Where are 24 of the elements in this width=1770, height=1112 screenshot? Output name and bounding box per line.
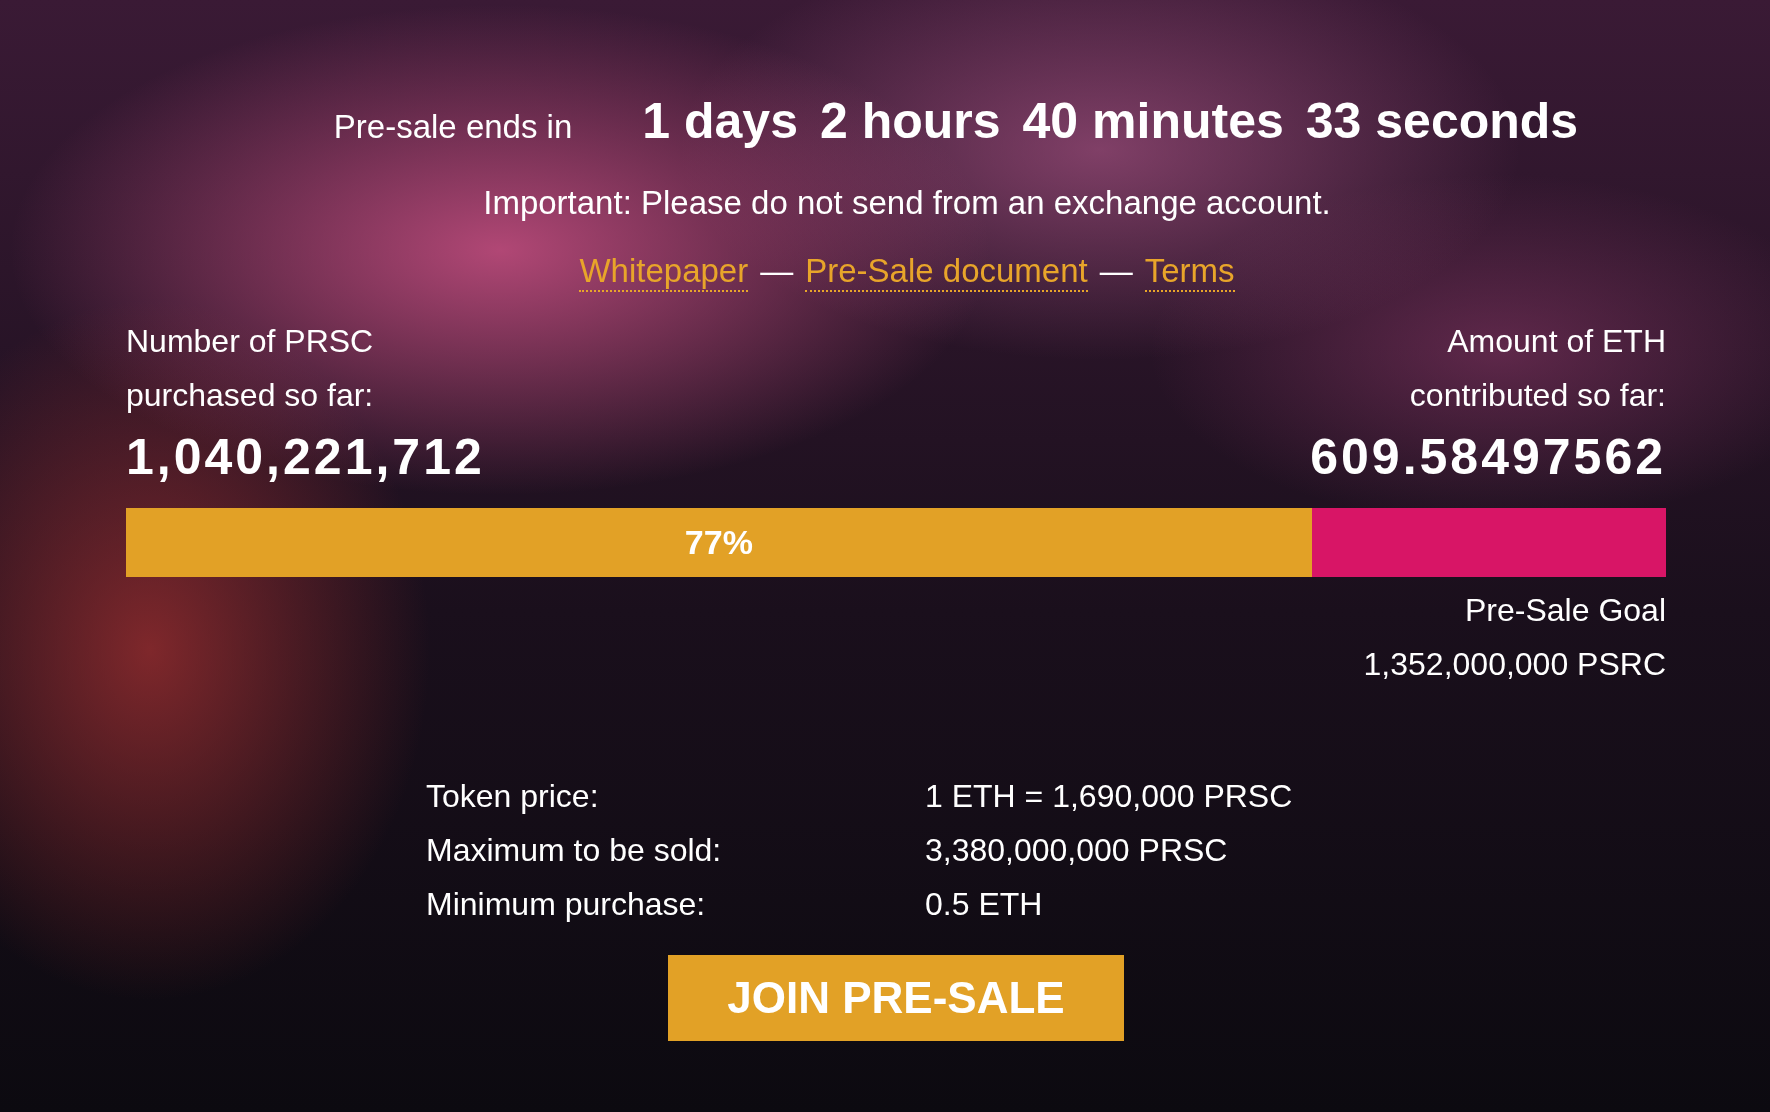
countdown-label: Pre-sale ends in bbox=[333, 108, 573, 146]
countdown-value: 2 hours bbox=[819, 92, 1001, 150]
link-separator: — bbox=[1099, 252, 1133, 290]
stat-value: 609.58497562 bbox=[1310, 428, 1666, 486]
notice-text: Important: Please do not send from an exchange account. bbox=[482, 184, 1332, 222]
stat-label: Number of PRSC purchased so far: bbox=[126, 322, 375, 415]
goal-value: 1,352,000,000 PSRC bbox=[1363, 645, 1666, 684]
detail-value: 0.5 ETH bbox=[925, 885, 1044, 924]
document-link[interactable]: Terms bbox=[1144, 252, 1235, 292]
detail-value: 3,380,000,000 PRSC bbox=[925, 831, 1229, 870]
progress-percent: 77% bbox=[684, 523, 753, 562]
document-link[interactable]: Whitepaper bbox=[579, 252, 749, 292]
detail-label: Token price: bbox=[426, 777, 600, 816]
countdown-value: 40 minutes bbox=[1022, 92, 1284, 150]
countdown-value: 33 seconds bbox=[1305, 92, 1579, 150]
goal-label: Pre-Sale Goal bbox=[1465, 591, 1666, 630]
stat-value: 1,040,221,712 bbox=[126, 428, 485, 486]
link-separator: — bbox=[760, 252, 794, 290]
detail-value: 1 ETH = 1,690,000 PRSC bbox=[925, 777, 1294, 816]
document-link[interactable]: Pre-Sale document bbox=[805, 252, 1088, 292]
detail-label: Maximum to be sold: bbox=[426, 831, 723, 870]
detail-label: Minimum purchase: bbox=[426, 885, 707, 924]
countdown-value: 1 days bbox=[642, 92, 798, 150]
stat-label: Amount of ETH contributed so far: bbox=[1408, 322, 1666, 415]
